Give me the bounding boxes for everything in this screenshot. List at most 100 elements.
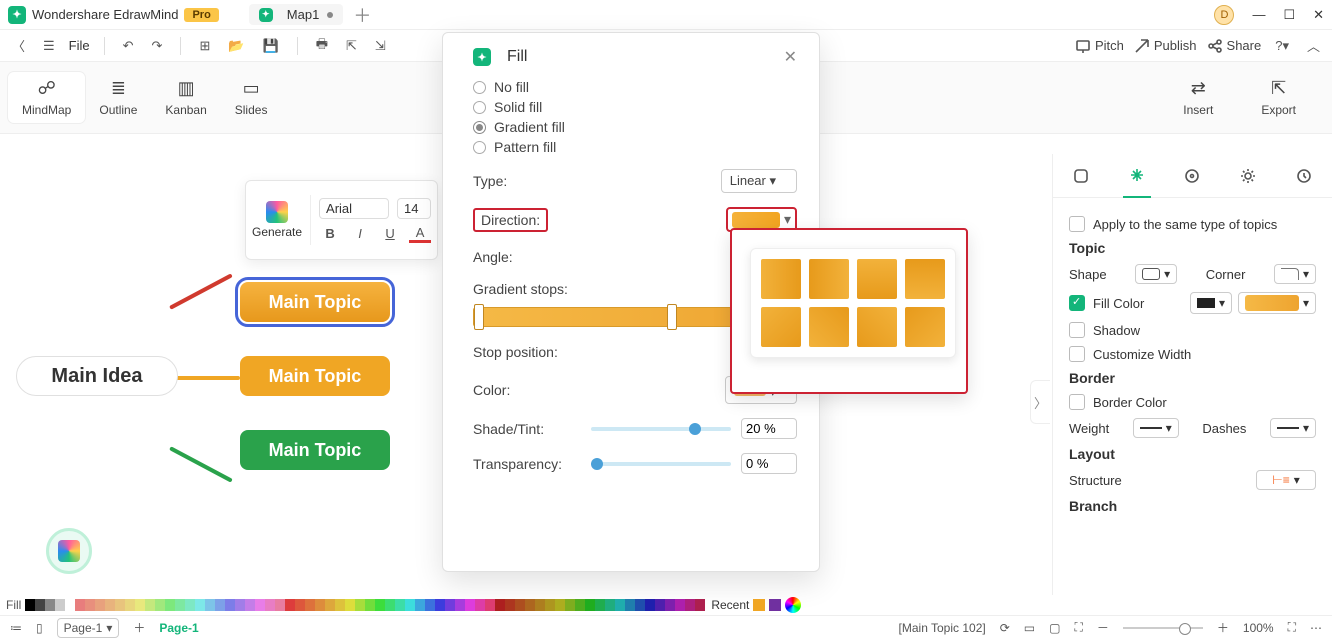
back-button[interactable]: 〈 <box>8 34 29 57</box>
color-swatch[interactable] <box>215 599 225 611</box>
user-avatar[interactable]: D <box>1214 5 1234 25</box>
bold-button[interactable]: B <box>319 226 341 241</box>
generate-button[interactable]: Generate <box>252 201 302 239</box>
color-swatch[interactable] <box>605 599 615 611</box>
radio-pattern-fill[interactable]: Pattern fill <box>473 139 797 155</box>
direction-option-6[interactable] <box>809 307 849 347</box>
underline-button[interactable]: U <box>379 226 401 241</box>
color-swatch[interactable] <box>615 599 625 611</box>
main-topic-3[interactable]: Main Topic <box>240 430 390 470</box>
color-swatch[interactable] <box>575 599 585 611</box>
color-swatch[interactable] <box>515 599 525 611</box>
color-swatch[interactable] <box>675 599 685 611</box>
color-swatch[interactable] <box>115 599 125 611</box>
open-button[interactable]: 📂 <box>224 36 248 56</box>
transparency-slider[interactable] <box>591 462 731 466</box>
weight-select[interactable]: ▾ <box>1133 418 1179 438</box>
direction-option-3[interactable] <box>857 259 897 299</box>
rtab-history[interactable] <box>1290 162 1318 190</box>
color-swatch[interactable] <box>395 599 405 611</box>
color-swatch[interactable] <box>335 599 345 611</box>
radio-no-fill[interactable]: No fill <box>473 79 797 95</box>
ai-fab-button[interactable] <box>46 528 92 574</box>
collapse-menubar-button[interactable]: ︿ <box>1303 34 1324 57</box>
color-swatch[interactable] <box>685 599 695 611</box>
close-window-button[interactable]: ✕ <box>1313 7 1324 23</box>
shade-input[interactable] <box>741 418 797 439</box>
color-swatch[interactable] <box>665 599 675 611</box>
print-button[interactable]: 🖶 <box>312 33 332 59</box>
rtab-map[interactable] <box>1178 162 1206 190</box>
export-menu-button[interactable]: ⇱Export <box>1247 72 1310 123</box>
fill-color-select[interactable]: ▾ <box>1238 292 1316 314</box>
minimize-button[interactable]: — <box>1252 7 1265 22</box>
document-tab[interactable]: ✦ Map1 <box>249 4 344 25</box>
zoom-slider[interactable] <box>1123 627 1203 629</box>
recent-color-2[interactable] <box>769 599 781 611</box>
split-toggle[interactable]: ▯ <box>36 621 43 635</box>
shade-slider[interactable] <box>591 427 731 431</box>
color-swatch[interactable] <box>255 599 265 611</box>
color-swatch[interactable] <box>325 599 335 611</box>
color-swatch[interactable] <box>45 599 55 611</box>
color-swatch[interactable] <box>535 599 545 611</box>
color-swatch[interactable] <box>55 599 65 611</box>
color-swatch[interactable] <box>25 599 35 611</box>
menu-button[interactable]: ☰ <box>39 36 59 56</box>
fill-color-checkbox[interactable] <box>1069 295 1085 311</box>
color-swatch[interactable] <box>635 599 645 611</box>
color-swatch[interactable] <box>275 599 285 611</box>
color-swatch[interactable] <box>265 599 275 611</box>
radio-gradient-fill[interactable]: Gradient fill <box>473 119 797 135</box>
color-swatch[interactable] <box>465 599 475 611</box>
mode-outline[interactable]: ≣Outline <box>85 72 151 123</box>
color-wheel-button[interactable] <box>785 597 801 613</box>
rtab-settings[interactable] <box>1234 162 1262 190</box>
color-swatch[interactable] <box>85 599 95 611</box>
color-swatch[interactable] <box>415 599 425 611</box>
fit-page-button[interactable]: ▢ <box>1049 621 1060 635</box>
file-menu[interactable]: File <box>69 38 90 53</box>
color-swatch[interactable] <box>225 599 235 611</box>
color-swatch[interactable] <box>455 599 465 611</box>
present-button[interactable]: ⛶ <box>1288 620 1296 635</box>
mode-slides[interactable]: ▭Slides <box>221 72 282 123</box>
zoom-out-button[interactable]: － <box>1097 619 1109 636</box>
color-swatch[interactable] <box>545 599 555 611</box>
font-size-select[interactable]: 14 <box>397 198 431 219</box>
rtab-style[interactable] <box>1067 162 1095 190</box>
structure-select[interactable]: ⊢≡ ▾ <box>1256 470 1316 490</box>
color-swatch[interactable] <box>345 599 355 611</box>
color-swatch[interactable] <box>175 599 185 611</box>
border-color-checkbox[interactable] <box>1069 394 1085 410</box>
redo-button[interactable]: ↷ <box>148 36 167 56</box>
color-swatch[interactable] <box>585 599 595 611</box>
transparency-input[interactable] <box>741 453 797 474</box>
color-swatch[interactable] <box>145 599 155 611</box>
color-swatch[interactable] <box>365 599 375 611</box>
direction-option-5[interactable] <box>761 307 801 347</box>
main-topic-1[interactable]: Main Topic <box>240 282 390 322</box>
page-select[interactable]: Page-1 ▾ <box>57 618 120 638</box>
panel-collapse-button[interactable]: 〉 <box>1030 380 1050 424</box>
italic-button[interactable]: I <box>349 226 371 241</box>
color-swatch[interactable] <box>385 599 395 611</box>
maximize-button[interactable]: ☐ <box>1283 7 1295 23</box>
font-select[interactable]: Arial <box>319 198 389 219</box>
type-select[interactable]: Linear ▾ <box>721 169 797 193</box>
color-swatch[interactable] <box>205 599 215 611</box>
export-button[interactable]: ⇱ <box>342 36 361 56</box>
color-swatch[interactable] <box>375 599 385 611</box>
direction-option-8[interactable] <box>905 307 945 347</box>
custom-width-checkbox[interactable] <box>1069 346 1085 362</box>
mode-mindmap[interactable]: ☍MindMap <box>8 72 85 123</box>
color-swatch[interactable] <box>655 599 665 611</box>
radio-solid-fill[interactable]: Solid fill <box>473 99 797 115</box>
direction-option-1[interactable] <box>761 259 801 299</box>
color-swatch[interactable] <box>405 599 415 611</box>
color-swatch[interactable] <box>125 599 135 611</box>
color-swatch[interactable] <box>135 599 145 611</box>
color-swatch[interactable] <box>695 599 705 611</box>
color-swatch[interactable] <box>645 599 655 611</box>
color-swatch[interactable] <box>315 599 325 611</box>
